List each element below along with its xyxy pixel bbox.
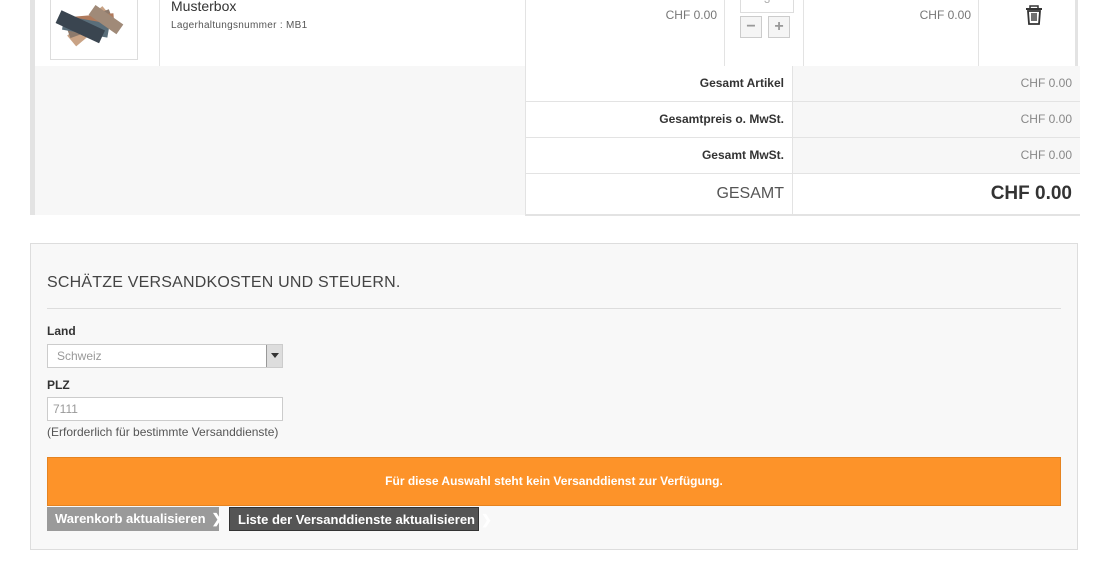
line-total: CHF 0.00 — [919, 8, 971, 22]
cart-table: Musterbox Lagerhaltungsnummer : MB1 CHF … — [30, 0, 1080, 216]
chevron-right-icon: ❯ — [211, 511, 223, 526]
update-shipping-methods-button[interactable]: Liste der Versanddienste aktualisieren ❯ — [229, 507, 492, 531]
shipping-estimate-panel: SCHÄTZE VERSANDKOSTEN UND STEUERN. Land … — [30, 243, 1078, 550]
zip-input[interactable]: 7111 — [47, 397, 283, 421]
unit-price: CHF 0.00 — [665, 8, 717, 22]
update-cart-button-label: Warenkorb aktualisieren — [55, 511, 206, 526]
cart-empty-area — [35, 66, 525, 215]
totals-label-items: Gesamt Artikel — [525, 66, 793, 101]
chevron-down-icon[interactable] — [266, 345, 282, 367]
product-thumbnail[interactable] — [50, 0, 138, 60]
cart-totals: Gesamt Artikel CHF 0.00 Gesamtpreis o. M… — [525, 66, 1080, 216]
totals-label-vat: Gesamt MwSt. — [525, 138, 793, 173]
column-divider — [978, 0, 979, 66]
grand-total-value: CHF 0.00 — [793, 174, 1080, 214]
totals-value-items: CHF 0.00 — [793, 66, 1080, 101]
product-sku: Lagerhaltungsnummer : MB1 — [171, 20, 308, 31]
update-cart-button[interactable]: Warenkorb aktualisieren ❯ — [47, 507, 222, 531]
totals-label-net: Gesamtpreis o. MwSt. — [525, 102, 793, 137]
column-divider — [159, 0, 160, 66]
column-divider — [724, 0, 725, 66]
grand-total-row: GESAMT CHF 0.00 — [525, 174, 1080, 216]
country-select-value: Schweiz — [57, 349, 102, 363]
totals-value-vat: CHF 0.00 — [793, 138, 1080, 173]
quantity-input[interactable]: 3 — [740, 0, 794, 13]
increase-quantity-button[interactable]: + — [768, 16, 790, 38]
cart-item-row: Musterbox Lagerhaltungsnummer : MB1 CHF … — [35, 0, 1075, 67]
country-select[interactable]: Schweiz — [47, 344, 283, 368]
decrease-quantity-button[interactable]: − — [740, 16, 762, 38]
divider — [47, 308, 1061, 309]
totals-row: Gesamtpreis o. MwSt. CHF 0.00 — [525, 102, 1080, 138]
totals-value-net: CHF 0.00 — [793, 102, 1080, 137]
chevron-right-icon: ❯ — [481, 512, 492, 527]
grand-total-label: GESAMT — [525, 174, 793, 214]
trash-icon[interactable] — [1023, 4, 1045, 26]
totals-row: Gesamt MwSt. CHF 0.00 — [525, 138, 1080, 174]
country-label: Land — [47, 324, 76, 338]
no-shipping-alert: Für diese Auswahl steht kein Versanddien… — [47, 457, 1061, 506]
shipping-title: SCHÄTZE VERSANDKOSTEN UND STEUERN. — [47, 274, 401, 291]
product-name[interactable]: Musterbox — [171, 0, 236, 14]
column-divider — [803, 0, 804, 66]
zip-label: PLZ — [47, 378, 70, 392]
totals-row: Gesamt Artikel CHF 0.00 — [525, 66, 1080, 102]
update-shipping-button-label: Liste der Versanddienste aktualisieren — [238, 512, 475, 527]
zip-hint: (Erforderlich für bestimmte Versanddiens… — [47, 425, 279, 439]
